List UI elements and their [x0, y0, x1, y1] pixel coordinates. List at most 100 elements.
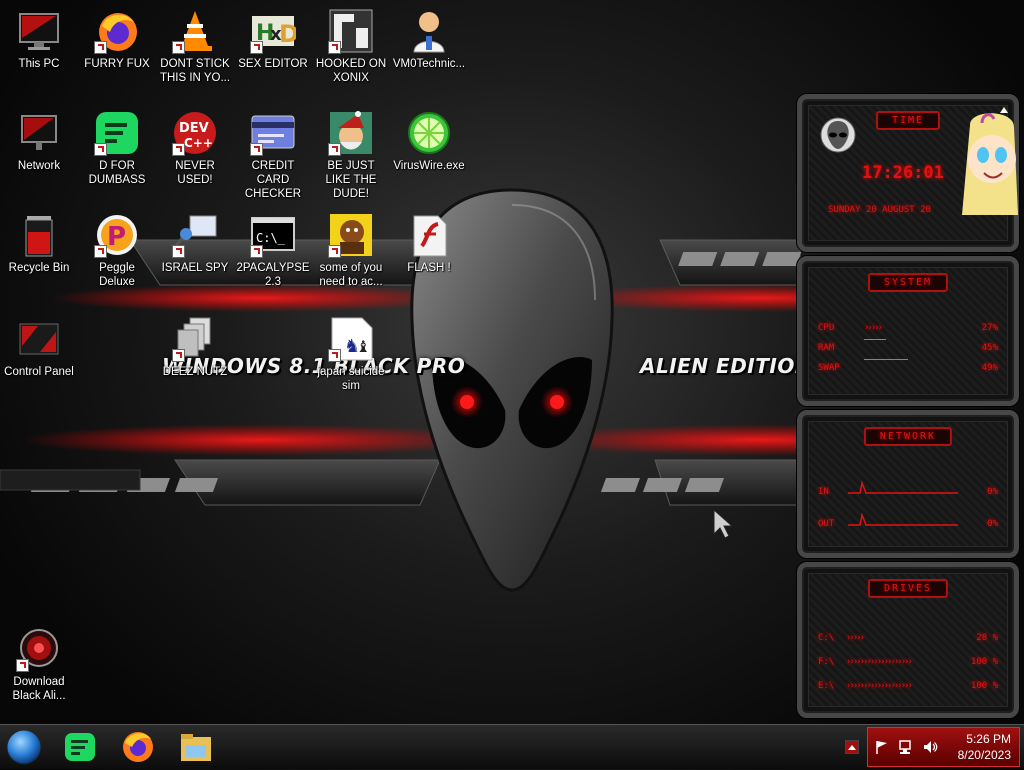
taskbar-app-file-explorer[interactable]: [178, 729, 214, 765]
desktop-icon-label: japan suicide sim: [317, 366, 385, 392]
desktop-icon-be-just-like-the-dude[interactable]: BE JUST LIKE THE DUDE!: [314, 110, 388, 201]
svg-text:D: D: [279, 20, 296, 48]
shortcut-arrow-icon: [250, 143, 263, 156]
taskbar-app-green-chat[interactable]: [62, 729, 98, 765]
drives-gadget[interactable]: DRIVES C:\ ››››› 28 % F:\ ››››››››››››››…: [797, 562, 1019, 718]
svg-text:♝: ♝: [356, 337, 370, 356]
svg-text:C++: C++: [184, 136, 213, 150]
desktop-icon-download-black-alien[interactable]: Download Black Ali...: [2, 626, 76, 703]
desktop-icon-label: VirusWire.exe: [393, 160, 465, 172]
lime-icon: [406, 110, 452, 156]
start-orb-icon: [6, 729, 42, 765]
desktop-icon-peggle-deluxe[interactable]: P Peggle Deluxe: [80, 212, 154, 289]
desktop-icon-label: DEEZ NUTZ: [162, 366, 228, 378]
drive-row-value: 28 %: [976, 633, 998, 643]
volume-icon[interactable]: [922, 739, 938, 755]
shortcut-arrow-icon: [172, 143, 185, 156]
desktop-icon-label: some of you need to ac...: [319, 262, 383, 288]
shortcut-arrow-icon: [172, 41, 185, 54]
green-chat-icon: [94, 110, 140, 156]
dev-cpp-icon: DEV C++: [172, 110, 218, 156]
network-row-label: OUT: [818, 519, 835, 529]
hex-editor-icon: HxD: [250, 8, 296, 54]
taskbar-app-firefox[interactable]: [120, 729, 156, 765]
desktop-icon-furry-fux[interactable]: FURRY FUX: [80, 8, 154, 71]
system-row-label: CPU: [818, 323, 835, 333]
network-in-graph-icon: [848, 481, 958, 494]
drive-row-label: F:\: [818, 657, 835, 667]
desktop-icon-network[interactable]: Network: [2, 110, 76, 173]
network-row-label: IN: [818, 487, 829, 497]
system-tray: 5:26 PM 8/20/2023: [867, 727, 1020, 767]
drive-f-bar-icon: ›››››››››››››››››››: [846, 657, 913, 667]
shortcut-arrow-icon: [172, 245, 185, 258]
svg-text:C:\_: C:\_: [256, 231, 286, 245]
desktop-icon-deez-nutz[interactable]: DEEZ NUTZ: [158, 316, 232, 379]
drives-gadget-title: DRIVES: [867, 579, 949, 598]
firefox-icon: [94, 8, 140, 54]
shortcut-arrow-icon: [94, 143, 107, 156]
network-out-graph-icon: [848, 513, 958, 526]
terminal-icon: C:\_: [250, 212, 296, 258]
desktop-icon-label: FURRY FUX: [84, 58, 150, 70]
desktop-icon-vm0technic[interactable]: VM0Technic...: [392, 8, 466, 71]
chess-pieces-icon: ♞ ♝: [328, 316, 374, 362]
time-gadget[interactable]: TIME 17:26:01 SUNDAY 20 AUGUST 20: [797, 94, 1019, 252]
desktop-icon-xonix[interactable]: HOOKED ON XONIX: [314, 8, 388, 85]
desktop-icon-viruswire[interactable]: VirusWire.exe: [392, 110, 466, 173]
shortcut-arrow-icon: [94, 41, 107, 54]
elf-santa-icon: [328, 110, 374, 156]
desktop-icon-2pacalypse[interactable]: C:\_ 2PACALYPSE 2.3: [236, 212, 310, 289]
desktop-icon-sex-editor[interactable]: HxD SEX EDITOR: [236, 8, 310, 71]
svg-text:DEV: DEV: [179, 121, 209, 136]
drive-c-bar-icon: ›››››: [846, 633, 865, 643]
taskbar-clock[interactable]: 5:26 PM 8/20/2023: [958, 731, 1011, 763]
stacked-windows-icon: [172, 316, 218, 362]
taskbar: 5:26 PM 8/20/2023: [0, 724, 1024, 769]
xonix-game-icon: [328, 8, 374, 54]
action-center-flag-icon[interactable]: [874, 739, 890, 755]
system-row-value: 27%: [981, 323, 998, 333]
show-hidden-icons-button[interactable]: [845, 740, 859, 754]
system-row-value: 49%: [981, 363, 998, 373]
desktop-icon-control-panel[interactable]: Control Panel: [2, 316, 76, 379]
drive-row-label: C:\: [818, 633, 835, 643]
desktop-icon-some-of-you[interactable]: some of you need to ac...: [314, 212, 388, 289]
desktop-icon-never-used[interactable]: DEV C++ NEVER USED!: [158, 110, 232, 187]
taskbar-clock-date: 8/20/2023: [957, 748, 1011, 762]
credit-card-icon: [250, 110, 296, 156]
system-row-value: 45%: [981, 343, 998, 353]
start-button[interactable]: [6, 729, 42, 765]
system-gadget[interactable]: SYSTEM CPU ››››› 27% RAM 45% SWAP 49%: [797, 256, 1019, 406]
svg-text:P: P: [107, 222, 126, 252]
shortcut-arrow-icon: [328, 349, 341, 362]
vlc-cone-icon: [172, 8, 218, 54]
desktop-icon-vlc[interactable]: DONT STICK THIS IN YO...: [158, 8, 232, 85]
cpu-graph-icon: ›››››: [864, 323, 883, 333]
monitor-icon: [16, 8, 62, 54]
network-gadget[interactable]: NETWORK IN 0% OUT 0%: [797, 410, 1019, 558]
network-icon: [16, 110, 62, 156]
desktop-icon-label: SEX EDITOR: [238, 58, 308, 70]
drive-row-label: E:\: [818, 681, 835, 691]
system-row-label: SWAP: [818, 363, 840, 373]
shortcut-arrow-icon: [250, 41, 263, 54]
desktop-icon-d-for-dumbass[interactable]: D FOR DUMBASS: [80, 110, 154, 187]
spy-glass-icon: [172, 212, 218, 258]
system-gadget-title: SYSTEM: [867, 273, 949, 292]
desktop-icon-this-pc[interactable]: This PC: [2, 8, 76, 71]
network-gadget-title: NETWORK: [863, 427, 953, 446]
shortcut-arrow-icon: [250, 245, 263, 258]
control-panel-icon: [16, 316, 62, 362]
taskbar-clock-time: 5:26 PM: [966, 732, 1011, 746]
desktop-icon-flash[interactable]: FLASH !: [392, 212, 466, 275]
system-row-label: RAM: [818, 343, 835, 353]
desktop-icon-label: Recycle Bin: [8, 262, 70, 274]
desktop-icon-recycle-bin[interactable]: Recycle Bin: [2, 212, 76, 275]
desktop-icon-credit-card-checker[interactable]: CREDIT CARD CHECKER: [236, 110, 310, 201]
desktop-icon-israel-spy[interactable]: ISRAEL SPY: [158, 212, 232, 275]
mouse-cursor-icon: [713, 508, 734, 539]
desktop-icon-japan-suicide-sim[interactable]: ♞ ♝ japan suicide sim: [314, 316, 388, 393]
recycle-bin-icon: [16, 212, 62, 258]
network-status-icon[interactable]: [898, 739, 914, 755]
